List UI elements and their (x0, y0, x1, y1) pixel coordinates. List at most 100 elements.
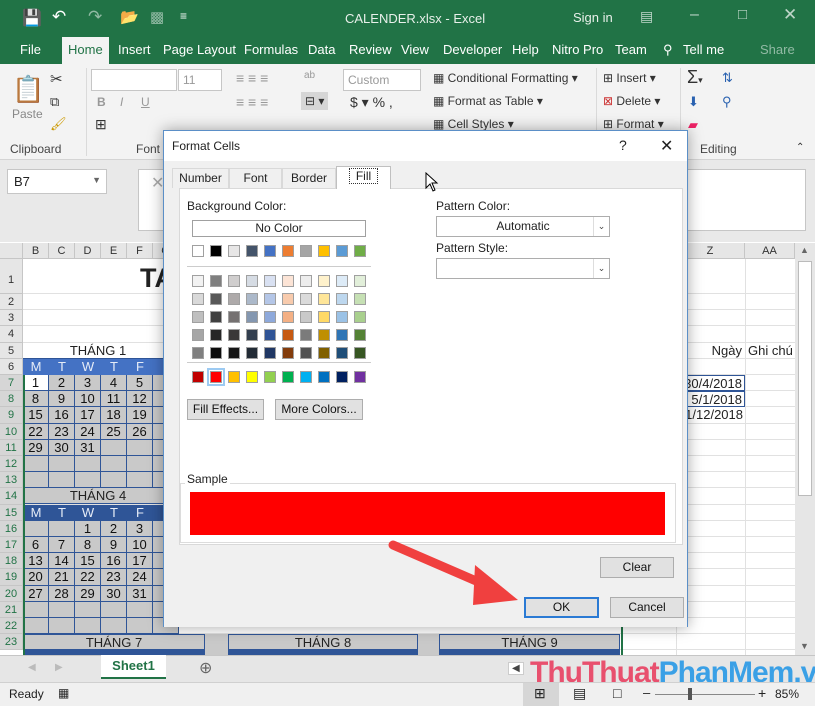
calendar-cell[interactable]: 16 (101, 553, 127, 570)
calendar-cell[interactable]: 11 (101, 391, 127, 408)
sheet-tab-sheet1[interactable]: Sheet1 (101, 655, 166, 679)
calendar-cell[interactable]: 26 (127, 423, 153, 440)
tell-me-input[interactable]: Tell me (683, 42, 724, 57)
calendar-cell[interactable]: 5 (127, 375, 153, 392)
tab-border[interactable]: Border (282, 168, 336, 188)
calendar-cell[interactable]: 10 (127, 537, 153, 554)
pattern-color-dropdown[interactable]: Automatic ⌄ (436, 216, 610, 237)
calendar-cell[interactable]: 28 (49, 585, 75, 602)
calendar-cell[interactable]: 19 (127, 407, 153, 424)
format-painter-icon[interactable]: 🖌 (50, 116, 67, 132)
column-header[interactable]: B (23, 243, 49, 259)
color-swatch[interactable] (300, 275, 312, 287)
cancel-button[interactable]: Cancel (610, 597, 684, 618)
open-folder-icon[interactable]: 📂 (120, 8, 139, 26)
column-header[interactable]: F (127, 243, 153, 259)
calendar-cell[interactable]: 24 (127, 569, 153, 586)
calendar-cell[interactable]: 24 (75, 423, 101, 440)
row-header[interactable]: 8 (0, 391, 23, 408)
calendar-cell[interactable] (75, 472, 101, 489)
calendar-cell[interactable]: 18 (101, 407, 127, 424)
calendar-cell[interactable]: 17 (75, 407, 101, 424)
find-select-icon[interactable]: ⚲ (722, 94, 732, 110)
calendar-cell[interactable] (49, 618, 75, 635)
calendar-cell[interactable]: 29 (23, 439, 49, 456)
calendar-cell[interactable]: 17 (127, 553, 153, 570)
calendar-cell[interactable]: 29 (75, 585, 101, 602)
dialog-close-icon[interactable]: ✕ (660, 136, 673, 156)
underline-icon[interactable]: U (141, 95, 150, 109)
calendar-cell[interactable]: 9 (101, 537, 127, 554)
bold-icon[interactable]: B (97, 95, 106, 109)
color-swatch[interactable] (264, 275, 276, 287)
row-header[interactable]: 10 (0, 423, 23, 440)
zoom-level[interactable]: 85% (775, 687, 799, 701)
vertical-scrollbar[interactable]: ▲ ▼ (795, 243, 815, 655)
copy-icon[interactable]: ⧉ (50, 94, 59, 110)
calendar-cell[interactable]: 22 (75, 569, 101, 586)
color-swatch[interactable] (210, 275, 222, 287)
color-swatch[interactable] (282, 293, 294, 305)
calendar-cell[interactable] (101, 618, 127, 635)
row-header[interactable]: 20 (0, 585, 23, 602)
row-header[interactable]: 21 (0, 601, 23, 618)
paste-icon[interactable]: 📋 (12, 74, 44, 105)
calendar-cell[interactable]: 25 (101, 423, 127, 440)
calendar-cell[interactable] (23, 601, 49, 618)
tab-fill[interactable]: Fill (336, 166, 391, 189)
calendar-cell[interactable]: 31 (127, 585, 153, 602)
undo-icon[interactable]: ↶ (52, 7, 66, 27)
tab-data[interactable]: Data (308, 42, 335, 57)
color-swatch[interactable] (210, 293, 222, 305)
calendar-cell[interactable]: 6 (23, 537, 49, 554)
calendar-cell[interactable]: 2 (49, 375, 75, 392)
color-swatch[interactable] (300, 329, 312, 341)
color-swatch[interactable] (336, 293, 348, 305)
tab-team[interactable]: Team (615, 42, 647, 57)
customize-toolbar-icon[interactable]: ≡ (180, 9, 187, 23)
column-header[interactable]: AA (745, 243, 795, 259)
sort-filter-icon[interactable]: ⇅ (722, 70, 733, 86)
color-swatch[interactable] (246, 371, 258, 383)
calendar-cell[interactable]: 1 (75, 520, 101, 537)
color-swatch[interactable] (207, 368, 225, 386)
conditional-formatting-button[interactable]: ▦ Conditional Formatting ▾ (433, 71, 578, 85)
row-header[interactable]: 15 (0, 504, 23, 521)
color-swatch[interactable] (300, 371, 312, 383)
font-size-combo[interactable]: 11 (178, 69, 222, 91)
color-swatch[interactable] (300, 293, 312, 305)
row-header[interactable]: 5 (0, 342, 23, 359)
color-swatch[interactable] (264, 245, 276, 257)
save-icon[interactable]: 💾 (22, 8, 42, 28)
calendar-cell[interactable]: 30 (49, 439, 75, 456)
ribbon-display-icon[interactable]: ▤ (640, 8, 653, 25)
calendar-cell[interactable] (101, 472, 127, 489)
color-swatch[interactable] (192, 275, 204, 287)
row-header[interactable]: 19 (0, 569, 23, 586)
collapse-ribbon-icon[interactable]: ⌃ (796, 142, 804, 153)
color-swatch[interactable] (246, 311, 258, 323)
share-button[interactable]: Share (760, 42, 795, 57)
color-swatch[interactable] (318, 371, 330, 383)
color-swatch[interactable] (228, 275, 240, 287)
color-swatch[interactable] (264, 311, 276, 323)
page-layout-view-icon[interactable]: ▤ (573, 685, 586, 702)
calendar-cell[interactable]: 7 (49, 537, 75, 554)
format-cells-button[interactable]: ⊞ Format ▾ (603, 117, 664, 131)
color-swatch[interactable] (228, 347, 240, 359)
color-swatch[interactable] (318, 275, 330, 287)
calendar-cell[interactable]: 16 (49, 407, 75, 424)
color-swatch[interactable] (246, 275, 258, 287)
calendar-cell[interactable] (127, 618, 153, 635)
color-swatch[interactable] (192, 245, 204, 257)
row-header[interactable]: 23 (0, 634, 23, 651)
color-swatch[interactable] (264, 371, 276, 383)
calendar-cell[interactable]: 13 (23, 553, 49, 570)
maximize-icon[interactable]: □ (738, 6, 747, 23)
calendar-cell[interactable]: 23 (49, 423, 75, 440)
color-swatch[interactable] (228, 311, 240, 323)
tab-formulas[interactable]: Formulas (244, 42, 298, 57)
color-swatch[interactable] (210, 245, 222, 257)
color-swatch[interactable] (210, 311, 222, 323)
color-swatch[interactable] (246, 245, 258, 257)
